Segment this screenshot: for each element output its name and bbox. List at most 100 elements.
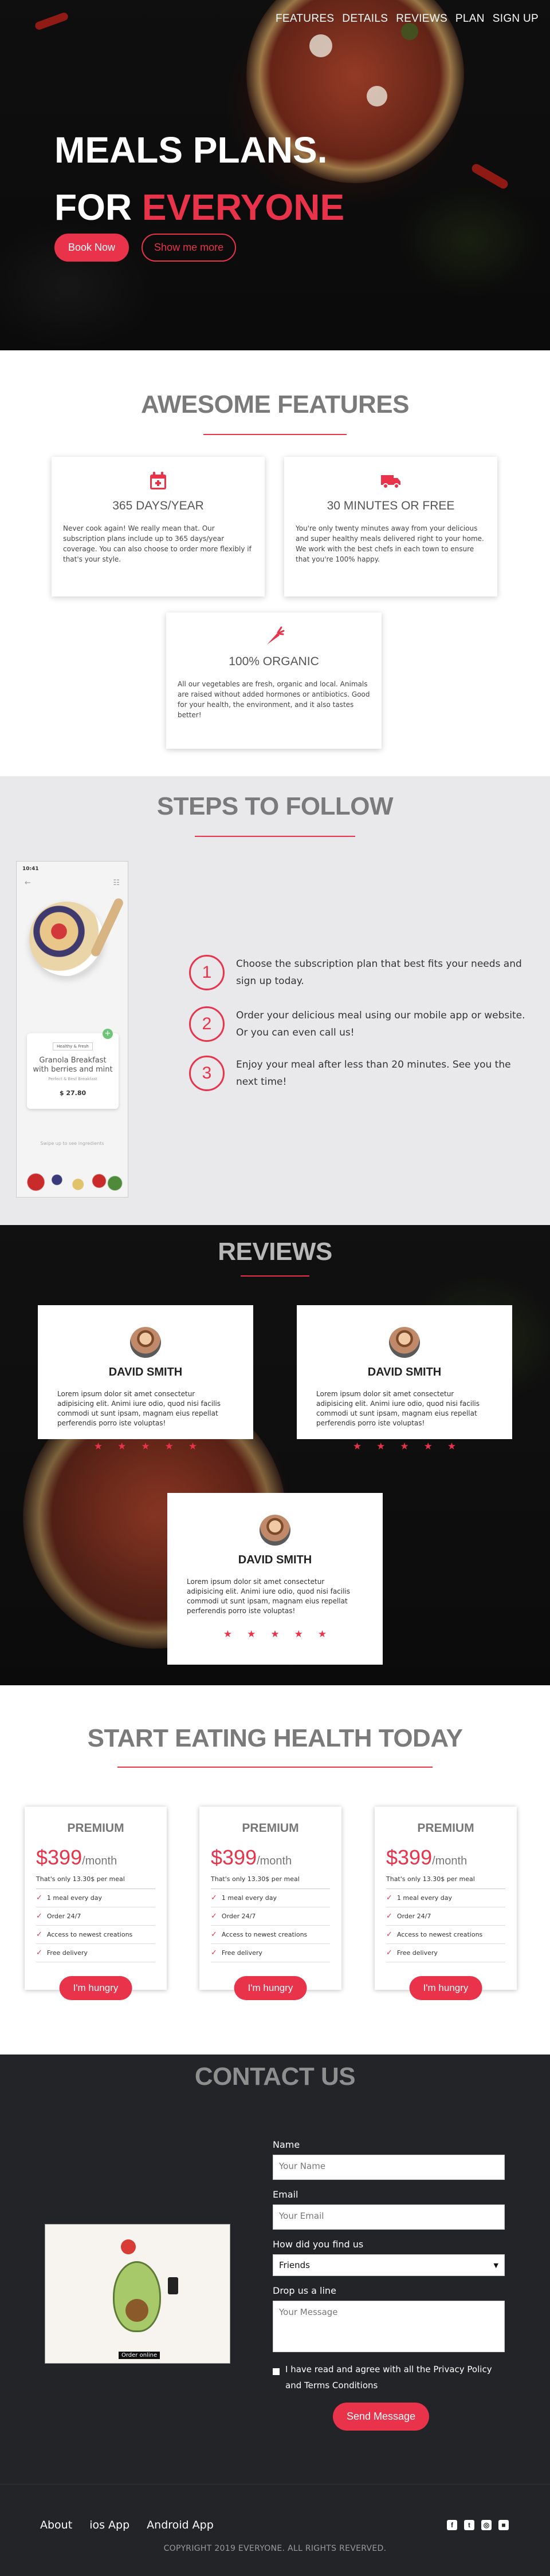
title-divider (241, 1275, 309, 1277)
main-nav: FEATURES DETAILS REVIEWS PLAN SIGN UP (276, 13, 539, 25)
star-icon: ★ (294, 1629, 303, 1640)
product-badge: Healthy & Fresh (53, 1042, 93, 1050)
step-text: Order your delicious meal using our mobi… (236, 1010, 525, 1038)
plan-note: That's only 13.30$ per meal (211, 1875, 330, 1889)
email-field[interactable]: Your Email (273, 2204, 505, 2230)
plan-feature: ✓ Free delivery (211, 1944, 330, 1962)
feature-title: 100% ORGANIC (229, 655, 319, 668)
review-card: DAVID SMITH Lorem ipsum dolor sit amet c… (38, 1305, 253, 1452)
footer-links: About ios App Android App (40, 2519, 214, 2531)
check-icon: ✓ (386, 1912, 392, 1921)
plan-feature: ✓ 1 meal every day (386, 1889, 505, 1907)
book-now-button[interactable]: Book Now (54, 234, 129, 262)
feature-text: Never cook again! We really mean that. O… (63, 524, 252, 563)
nav-sign-up[interactable]: SIGN UP (493, 13, 539, 25)
pricing-title: START EATING HEALTH TODAY (87, 1724, 463, 1752)
plan-features: ✓ 1 meal every day ✓ Order 24/7 ✓ Access to… (211, 1889, 330, 1962)
im-hungry-button[interactable]: I'm hungry (409, 1976, 482, 2000)
find-us-select[interactable]: Friends ▼ (273, 2254, 505, 2276)
message-textarea[interactable]: Your Message (273, 2301, 505, 2352)
star-icon: ★ (447, 1441, 457, 1452)
check-icon: ✓ (36, 1894, 42, 1902)
step-number: 2 (189, 1006, 225, 1042)
product-card: Healthy & Fresh Granola Breakfast with b… (27, 1033, 119, 1109)
features-section: AWESOME FEATURES 365 DAYS/YEAR Never coo… (0, 350, 550, 776)
hero-title-accent: EVERYONE (142, 187, 345, 228)
steps-title: STEPS TO FOLLOW (156, 792, 394, 820)
illustration-caption: Order online (119, 2352, 160, 2359)
step-item: 3 Enjoy your meal after less than 20 min… (189, 1056, 534, 1091)
twitter-icon[interactable]: t (464, 2520, 474, 2530)
product-price: $ 27.80 (59, 1089, 87, 1097)
check-icon: ✓ (211, 1949, 217, 1957)
avatar (260, 1515, 290, 1546)
instagram-icon[interactable]: ◎ (481, 2520, 492, 2530)
plan-name: PREMIUM (67, 1822, 124, 1835)
back-arrow-icon: ← (25, 879, 31, 887)
phone-icon (168, 2277, 178, 2294)
nav-plan[interactable]: PLAN (455, 13, 485, 25)
check-icon: ✓ (211, 1930, 217, 1939)
plan-feature: ✓ Free delivery (36, 1944, 155, 1962)
facebook-icon[interactable]: f (447, 2520, 457, 2530)
plan-features: ✓ 1 meal every day ✓ Order 24/7 ✓ Access to… (386, 1889, 505, 1962)
plan-feature: ✓ Order 24/7 (386, 1907, 505, 1926)
add-icon[interactable]: + (103, 1029, 113, 1039)
nav-details[interactable]: DETAILS (342, 13, 388, 25)
chevron-down-icon: ▼ (493, 2261, 498, 2269)
feature-card: 365 DAYS/YEAR Never cook again! We reall… (52, 457, 265, 596)
pricing-section: START EATING HEALTH TODAY PREMIUM $399/m… (0, 1685, 550, 2055)
plan-feature: ✓ Access to newest creations (211, 1926, 330, 1944)
product-sub: Perfect & Best Breakfast (48, 1077, 97, 1081)
plan-feature: ✓ 1 meal every day (36, 1889, 155, 1907)
hero-title: MEALS PLANS. FOR EVERYONE (54, 121, 344, 236)
nav-features[interactable]: FEATURES (276, 13, 334, 25)
star-icon: ★ (423, 1441, 433, 1452)
review-text: Lorem ipsum dolor sit amet consectetur a… (316, 1390, 480, 1427)
swipe-hint: Swipe up to see ingredients (40, 1141, 104, 1146)
send-message-button[interactable]: Send Message (333, 2403, 430, 2431)
contact-title: CONTACT US (194, 2063, 356, 2091)
hero-title-prefix: FOR (54, 187, 142, 228)
name-field[interactable]: Your Name (273, 2155, 505, 2180)
plan-feature: ✓ Order 24/7 (211, 1907, 330, 1926)
check-icon: ✓ (36, 1949, 42, 1957)
pricing-plan: PREMIUM $399/month That's only 13.30$ pe… (375, 1807, 517, 2000)
message-label: Drop us a line (273, 2285, 336, 2296)
other-icon[interactable]: ■ (498, 2520, 509, 2530)
footer-link-about[interactable]: About (40, 2519, 72, 2531)
reviewer-name: DAVID SMITH (238, 1554, 312, 1566)
check-icon: ✓ (36, 1930, 42, 1939)
review-text: Lorem ipsum dolor sit amet consectetur a… (187, 1578, 351, 1615)
footer-link-ios-app[interactable]: ios App (89, 2519, 129, 2531)
feature-card: 100% ORGANIC All our vegetables are fres… (166, 613, 382, 749)
agree-text: I have read and agree with all the Priva… (285, 2364, 492, 2391)
title-divider (117, 1767, 433, 1768)
avocado-pit-icon (125, 2299, 148, 2322)
plan-feature: ✓ Free delivery (386, 1944, 505, 1962)
footer: About ios App Android App f t ◎ ■ COPYRI… (0, 2484, 550, 2576)
cheese-decoration (309, 34, 332, 57)
rating-stars: ★ ★ ★ ★ ★ (38, 1441, 253, 1452)
rating-stars: ★ ★ ★ ★ ★ (297, 1441, 512, 1452)
check-icon: ✓ (36, 1912, 42, 1921)
basil-decoration (401, 23, 418, 40)
star-icon: ★ (117, 1441, 127, 1452)
check-icon: ✓ (386, 1949, 392, 1957)
star-icon: ★ (317, 1629, 327, 1640)
footer-link-android-app[interactable]: Android App (147, 2519, 214, 2531)
nav-reviews[interactable]: REVIEWS (396, 13, 447, 25)
contact-section: CONTACT US Order online Name Your Name E… (0, 2055, 550, 2484)
im-hungry-button[interactable]: I'm hungry (234, 1976, 307, 2000)
plan-price: $399/month (386, 1846, 467, 1869)
steps-section: STEPS TO FOLLOW 10:41 ← ☷ Healthy & Fres… (0, 776, 550, 1225)
agree-checkbox[interactable] (273, 2368, 280, 2375)
cheese-decoration (367, 86, 387, 106)
im-hungry-button[interactable]: I'm hungry (59, 1976, 132, 2000)
reviews-title: REVIEWS (218, 1238, 332, 1266)
show-more-button[interactable]: Show me more (142, 234, 237, 262)
chili-decoration (34, 11, 69, 31)
reviews-section: REVIEWS DAVID SMITH Lorem ipsum dolor si… (0, 1225, 550, 1685)
granola-bowl-image (29, 902, 104, 976)
plan-price: $399/month (211, 1846, 292, 1869)
